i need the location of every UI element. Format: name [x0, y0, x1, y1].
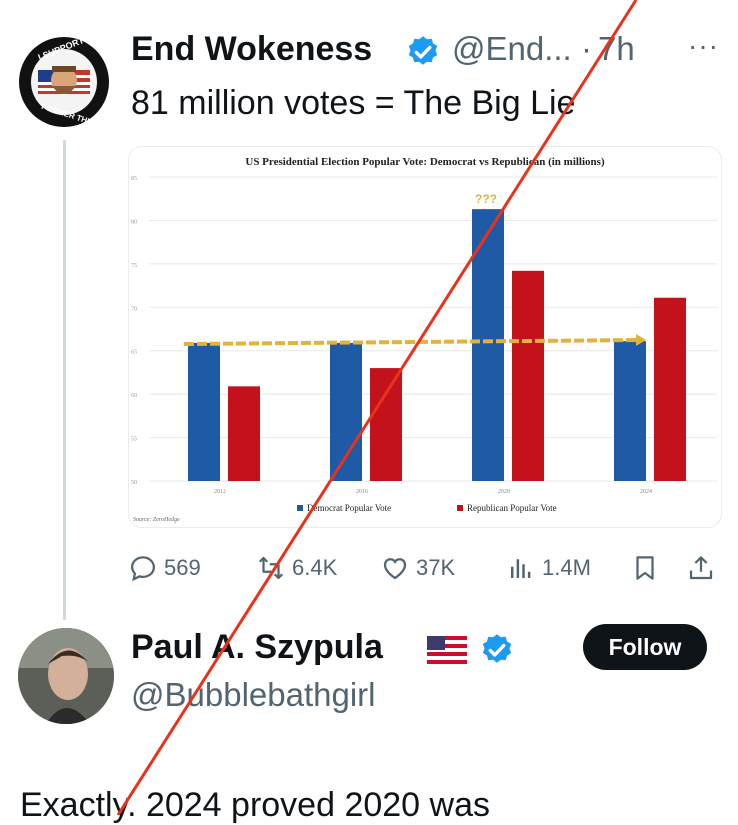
reply-tweet-text: Exactly. 2024 proved 2020 was: [20, 786, 490, 824]
bar-democrat-2024: [614, 341, 646, 481]
reply-author-name[interactable]: Paul A. Szypula: [131, 628, 383, 667]
x-tick-label: 2024: [640, 489, 652, 495]
bar-democrat-2020: [472, 209, 504, 481]
bar-democrat-2012: [188, 342, 220, 481]
verified-badge-icon: [408, 36, 438, 65]
profile-photo-icon: [18, 628, 114, 724]
bookmark-button[interactable]: [630, 548, 660, 588]
legend-label: Republican Popular Vote: [467, 503, 557, 513]
reference-dashed-line: [183, 338, 637, 347]
view-count: 1.4M: [542, 555, 591, 580]
us-flag-icon: [427, 636, 467, 664]
bar-republican-2012: [228, 386, 260, 481]
reply-button[interactable]: 569: [128, 548, 201, 588]
more-options-icon[interactable]: ···: [688, 30, 719, 62]
like-count: 37K: [416, 555, 456, 580]
y-tick-label: 80: [131, 219, 137, 225]
reply-icon: [130, 556, 156, 582]
share-button[interactable]: [686, 548, 716, 588]
reply-author-avatar[interactable]: [18, 628, 114, 724]
bar-republican-2016: [370, 368, 402, 481]
legend-swatch: [297, 505, 303, 511]
bookmark-icon: [636, 556, 654, 580]
x-tick-label: 2012: [214, 489, 226, 495]
legend-label: Democrat Popular Vote: [307, 503, 391, 513]
x-tick-label: 2020: [498, 489, 510, 495]
heart-icon: [383, 558, 407, 580]
reply-author-handle[interactable]: @Bubblebathgirl: [131, 676, 376, 714]
y-tick-label: 55: [131, 437, 137, 443]
share-icon: [689, 556, 713, 580]
thread-connector: [63, 140, 66, 620]
author-name[interactable]: End Wokeness: [131, 30, 372, 69]
legend-swatch: [457, 505, 463, 511]
tweet-timestamp[interactable]: 7h: [598, 30, 635, 68]
chart-legend: Democrat Popular Vote Republican Popular …: [297, 503, 557, 513]
y-tick-label: 50: [131, 480, 137, 486]
chart-source: Source: ZeroHedge: [133, 517, 180, 523]
follow-button[interactable]: Follow: [583, 624, 707, 670]
chart-annotation: ???: [475, 192, 497, 206]
x-tick-label: 2016: [356, 489, 368, 495]
y-tick-label: 85: [131, 176, 137, 182]
like-button[interactable]: 37K: [380, 548, 455, 588]
repost-button[interactable]: 6.4K: [256, 548, 337, 588]
tweet-media-chart[interactable]: US Presidential Election Popular Vote: D…: [128, 146, 722, 528]
analytics-icon: [511, 559, 531, 578]
chart-x-ticks: 2012 2016 2020 2024: [214, 489, 652, 495]
chart-title: US Presidential Election Popular Vote: D…: [245, 156, 605, 168]
repost-count: 6.4K: [292, 555, 338, 580]
bar-chart: US Presidential Election Popular Vote: D…: [131, 156, 717, 523]
verified-badge-icon: [482, 634, 512, 663]
tweet-text: 81 million votes = The Big Lie: [131, 84, 576, 122]
chart-y-ticks: 85 80 75 70 65 60 55 50: [131, 176, 137, 486]
y-tick-label: 65: [131, 350, 137, 356]
views-button[interactable]: 1.4M: [506, 548, 591, 588]
meta-separator: ·: [581, 30, 592, 67]
bar-republican-2024: [654, 297, 686, 481]
author-handle[interactable]: @End...: [452, 30, 572, 68]
y-tick-label: 75: [131, 263, 137, 269]
bar-democrat-2016: [330, 342, 362, 481]
tweet-actions: 569 6.4K 37K 1.4M: [128, 548, 728, 588]
chart-reference-line: [183, 334, 646, 347]
repost-icon: [258, 556, 284, 580]
reply-count: 569: [164, 555, 201, 580]
bar-republican-2020: [512, 270, 544, 481]
author-avatar[interactable]: I SUPPORT THE FORMER THINGS: [18, 36, 110, 128]
y-tick-label: 60: [131, 393, 137, 399]
y-tick-label: 70: [131, 306, 137, 312]
